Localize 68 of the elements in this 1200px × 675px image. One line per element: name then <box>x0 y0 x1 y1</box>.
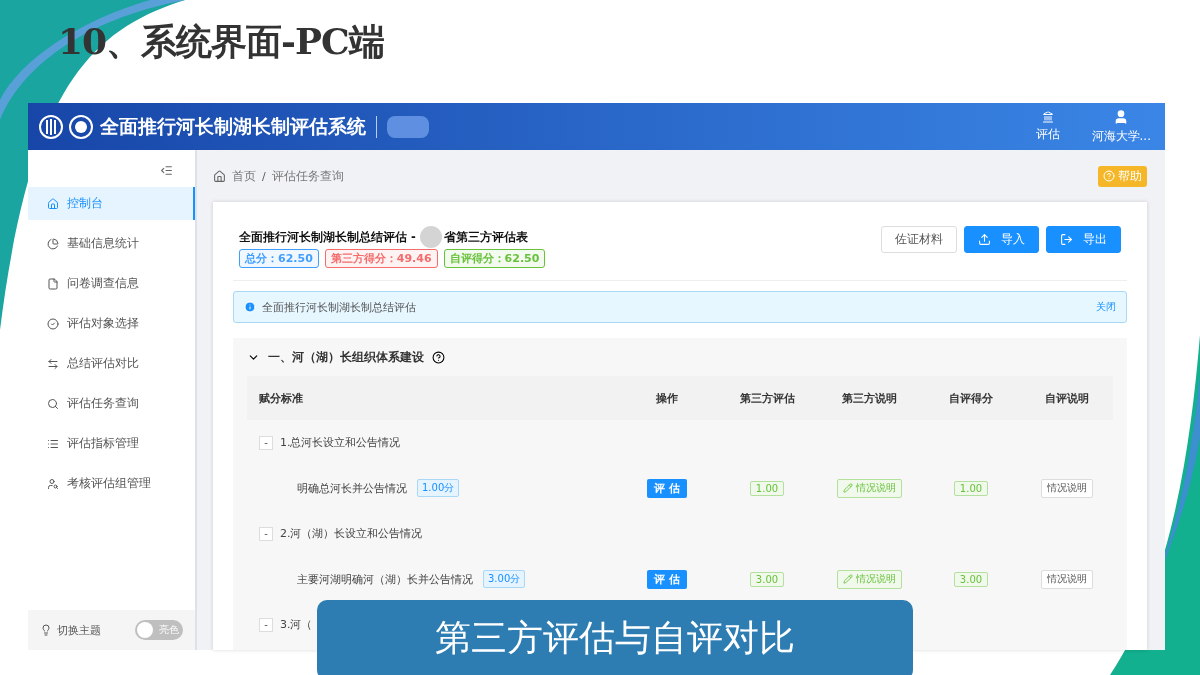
menu-icon <box>47 197 59 210</box>
menu-icon <box>47 397 59 410</box>
note-button[interactable]: 情况说明 <box>1041 569 1093 589</box>
column-header: 第三方说明 <box>840 390 898 406</box>
points-tag: 3.00分 <box>483 570 526 588</box>
nav-item[interactable]: 河海大学... <box>1083 108 1159 145</box>
bank-icon <box>1041 110 1054 123</box>
sidebar-item[interactable]: 问卷调查信息 <box>28 267 195 300</box>
bulb-icon <box>40 624 52 636</box>
column-header: 赋分标准 <box>258 390 304 406</box>
help-icon <box>432 350 445 364</box>
score-tag: 1.00 <box>953 480 989 496</box>
sidebar-item[interactable]: 考核评估组管理 <box>28 467 195 500</box>
theme-label: 切换主题 <box>57 622 101 638</box>
sidebar-item[interactable]: 总结评估对比 <box>28 347 195 380</box>
criterion-name: 明确总河长并公告情况 <box>297 480 407 496</box>
home-icon <box>213 169 226 183</box>
criterion-name: 主要河湖明确河（湖）长并公告情况 <box>297 571 473 587</box>
emblem-icon <box>68 113 94 140</box>
menu-icon <box>47 437 59 450</box>
menu-icon <box>47 277 59 290</box>
points-tag: 1.00分 <box>417 479 460 497</box>
collapse-toggle[interactable]: - <box>259 617 273 632</box>
menu-icon <box>47 317 59 330</box>
menu-icon <box>47 237 59 250</box>
sidebar-item[interactable]: 基础信息统计 <box>28 227 195 260</box>
score-tag: 第三方得分：49.46 <box>324 249 438 268</box>
column-header: 第三方评估 <box>738 390 796 406</box>
score-tag: 1.00 <box>749 480 785 496</box>
collapse-toggle[interactable]: - <box>259 526 273 541</box>
note-button[interactable]: 情况说明 <box>1041 478 1093 498</box>
export-icon <box>1060 233 1073 246</box>
breadcrumb-separator: / <box>262 169 266 183</box>
pencil-icon <box>842 483 853 493</box>
sidebar-item[interactable]: 评估对象选择 <box>28 307 195 340</box>
breadcrumb-link[interactable]: 首页 <box>232 167 256 185</box>
column-header: 自评说明 <box>1044 390 1090 406</box>
sidebar-item[interactable]: 评估指标管理 <box>28 427 195 460</box>
table-title: 省第三方评估表 <box>443 229 528 245</box>
help-icon <box>1103 170 1115 182</box>
breadcrumb-link[interactable]: 评估任务查询 <box>271 167 344 185</box>
group-title: 3.河（ <box>280 617 313 632</box>
section-header[interactable]: 一、河（湖）长组织体系建设 <box>247 338 1113 376</box>
collapse-icon[interactable] <box>160 164 173 177</box>
blurred-area <box>419 226 442 248</box>
table-title: 全面推行河长制湖长制总结评估 - <box>239 229 416 245</box>
group-title: 2.河（湖）长设立和公告情况 <box>280 526 423 541</box>
column-header: 操作 <box>655 390 679 406</box>
group-title: 1.总河长设立和公告情况 <box>280 435 401 450</box>
blurred-area <box>387 115 429 138</box>
collapse-toggle[interactable]: - <box>259 435 273 450</box>
caption-banner: 第三方评估与自评对比 <box>317 600 913 675</box>
info-icon <box>244 301 256 313</box>
score-tag: 3.00 <box>953 571 989 587</box>
score-tag: 总分：62.50 <box>239 249 319 268</box>
nav-item[interactable]: 评估 <box>1027 110 1068 143</box>
upload-icon <box>978 233 991 246</box>
alert-text: 全面推行河长制湖长制总结评估 <box>262 299 416 315</box>
score-tag: 3.00 <box>749 571 785 587</box>
menu-icon <box>47 357 59 370</box>
column-header: 自评得分 <box>948 390 994 406</box>
action-button[interactable]: 佐证材料 <box>881 226 957 253</box>
sidebar-item[interactable]: 评估任务查询 <box>28 387 195 420</box>
menu-icon <box>47 477 59 490</box>
pencil-icon <box>842 574 853 584</box>
logo-icon <box>38 113 64 140</box>
score-tag: 自评得分：62.50 <box>443 249 546 268</box>
app-title: 全面推行河长制湖长制评估系统 <box>100 113 366 139</box>
